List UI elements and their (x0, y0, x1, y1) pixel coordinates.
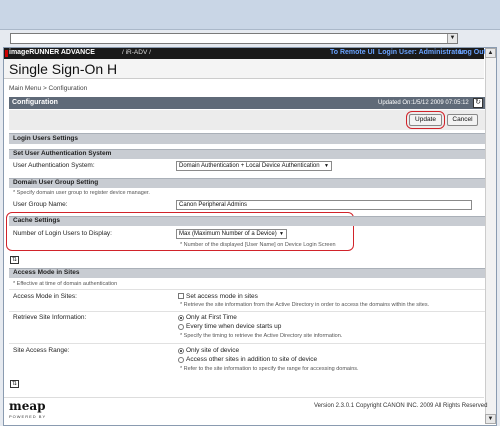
range-own-site-radio[interactable] (178, 348, 184, 354)
scrollbar-track[interactable] (485, 58, 496, 414)
chevron-down-icon: ▼ (279, 231, 284, 237)
page-title: Single Sign-On H (9, 61, 118, 77)
section-access-mode-title: Access Mode in Sites (13, 269, 80, 276)
access-mode-checkbox[interactable] (178, 293, 184, 299)
num-users-select[interactable]: Max (Maximum Number of a Device) ▼ (176, 229, 287, 239)
range-other-sites-radio[interactable] (178, 357, 184, 363)
scroll-up-icon[interactable]: ▲ (485, 48, 496, 58)
updated-timestamp: Updated On:1/5/12 2009 07:05:12 (378, 100, 469, 106)
auth-system-label: User Authentication System: (13, 162, 95, 169)
access-mode-check-label[interactable]: Set access mode in sites (186, 293, 258, 300)
retrieve-note: * Specify the timing to retrieve the Act… (180, 333, 343, 339)
section-login-users (9, 133, 485, 144)
brand-name: imageRUNNER ADVANCE (9, 49, 95, 56)
update-button[interactable]: Update (409, 114, 442, 126)
auth-system-select[interactable]: Domain Authentication + Local Device Aut… (176, 161, 332, 171)
section-cache (9, 216, 354, 226)
section-set-auth-title: Set User Authentication System (13, 150, 112, 157)
access-mode-label: Access Mode in Sites: (13, 293, 77, 300)
retrieve-every-time-radio[interactable] (178, 324, 184, 330)
num-users-note: * Number of the displayed [User Name] on… (180, 242, 336, 248)
section-cache-title: Cache Settings (13, 217, 60, 224)
retrieve-every-time-label[interactable]: Every time when device starts up (186, 323, 281, 330)
canon-logo-icon (5, 50, 8, 57)
group-name-label: User Group Name: (13, 201, 68, 208)
divider (9, 311, 485, 312)
divider (9, 289, 485, 290)
section-login-users-title: Login Users Settings (13, 135, 79, 142)
num-users-value: Max (Maximum Number of a Device) (179, 231, 277, 237)
footer (4, 397, 484, 425)
range-label: Site Access Range: (13, 347, 70, 354)
login-user-label: Login User: Administrator (378, 49, 465, 56)
num-users-label: Number of Login Users to Display: (13, 230, 112, 237)
range-note: * Refer to the site information to speci… (180, 366, 359, 372)
configuration-header: Configuration (12, 99, 58, 106)
copyright-text: Version 2.3.0.1 Copyright CANON INC. 200… (314, 403, 488, 409)
browser-toolbar (0, 0, 500, 30)
refresh-icon[interactable]: ↻ (473, 98, 483, 108)
divider (9, 343, 485, 344)
collapse-toggle-icon[interactable]: ⇅ (10, 380, 19, 388)
meap-logo-subtitle: POWERED BY (9, 414, 47, 419)
to-remote-ui-link[interactable]: To Remote UI (330, 49, 375, 56)
retrieve-first-time-radio[interactable] (178, 315, 184, 321)
log-out-link[interactable]: Log Out (459, 49, 486, 56)
breadcrumb[interactable]: Main Menu > Configuration (9, 85, 87, 92)
address-dropdown-arrow-icon[interactable]: ▼ (447, 34, 457, 43)
domain-group-note: * Specify domain user group to register … (13, 190, 150, 196)
range-other-sites-label[interactable]: Access other sites in addition to site o… (186, 356, 317, 363)
access-mode-note: * Effective at time of domain authentica… (13, 281, 118, 287)
auth-system-value: Domain Authentication + Local Device Aut… (179, 163, 320, 169)
device-name: / iR-ADV / (122, 49, 151, 56)
cancel-button[interactable]: Cancel (447, 114, 478, 126)
meap-logo: meap (9, 399, 46, 413)
retrieve-first-time-label[interactable]: Only at First Time (186, 314, 237, 321)
retrieve-label: Retrieve Site Information: (13, 314, 87, 321)
collapse-toggle-icon[interactable]: ⇅ (10, 256, 19, 264)
group-name-input[interactable]: Canon Peripheral Admins (176, 200, 472, 210)
chevron-down-icon: ▼ (324, 163, 329, 169)
address-bar[interactable] (10, 33, 458, 44)
scroll-down-icon[interactable]: ▼ (485, 414, 496, 424)
section-access-mode (9, 268, 485, 278)
section-domain-group-title: Domain User Group Setting (13, 179, 99, 186)
access-mode-desc: * Retrieve the site information from the… (180, 302, 430, 308)
section-cache-tail (354, 216, 485, 226)
range-own-site-label[interactable]: Only site of device (186, 347, 239, 354)
